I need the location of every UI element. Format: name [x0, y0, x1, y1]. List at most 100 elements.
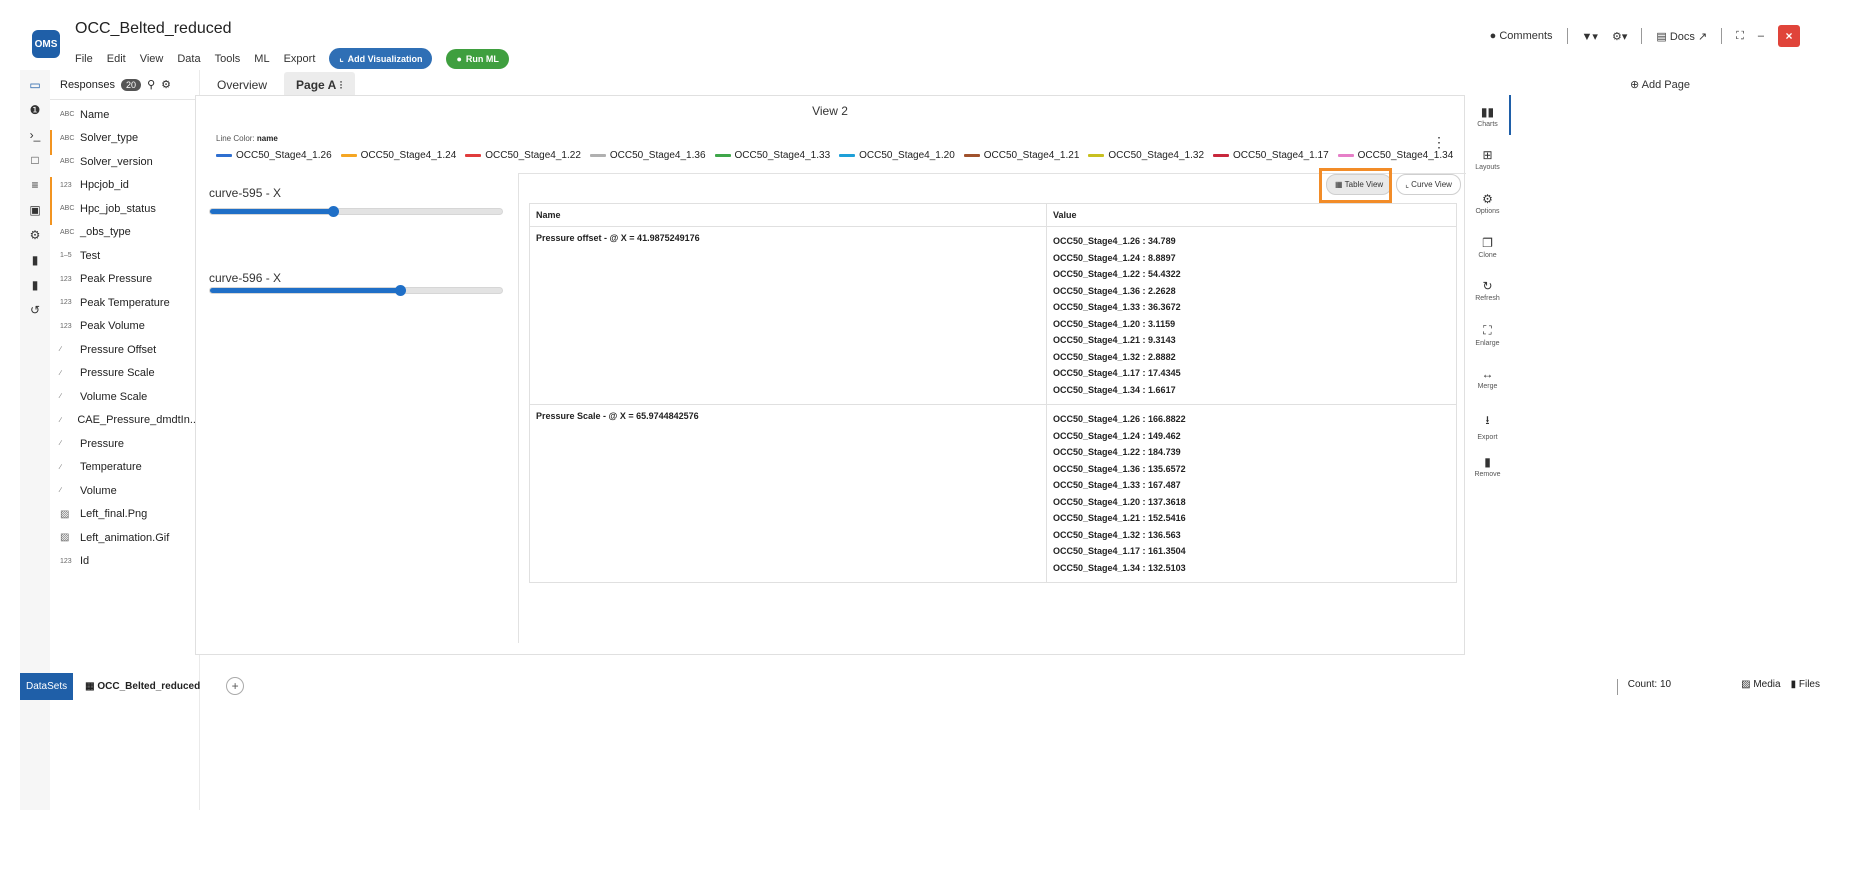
- datasets-button[interactable]: DataSets: [20, 672, 74, 700]
- file-icon[interactable]: ▮: [28, 253, 42, 267]
- square-icon[interactable]: □: [28, 153, 42, 167]
- refresh-icon: ↻: [1482, 279, 1493, 293]
- field-id[interactable]: 123 Id: [50, 550, 199, 574]
- menu-export[interactable]: Export: [284, 53, 316, 65]
- add-dataset-button[interactable]: +: [226, 677, 245, 695]
- field-left-animation-gif[interactable]: ▨ Left_animation.Gif: [50, 526, 199, 550]
- legend-item[interactable]: OCC50_Stage4_1.20: [839, 150, 955, 161]
- field-label: Id: [80, 555, 90, 568]
- legend-item[interactable]: OCC50_Stage4_1.21: [963, 150, 1079, 161]
- field-hpcjob-id[interactable]: 123 Hpcjob_id: [50, 174, 199, 198]
- field-test[interactable]: 1–5 Test: [50, 244, 199, 268]
- field-name[interactable]: ABC Name: [50, 103, 199, 127]
- terminal-icon[interactable]: ›_: [28, 128, 42, 142]
- curve-icon: ∕: [60, 440, 62, 448]
- sliders-icon[interactable]: ≡: [28, 178, 42, 192]
- field-pressure[interactable]: ∕ Pressure: [50, 432, 199, 456]
- field-peak-temperature[interactable]: 123 Peak Temperature: [50, 291, 199, 315]
- toolbar-clone-button[interactable]: ❐ Clone: [1465, 236, 1510, 259]
- menu-edit[interactable]: Edit: [107, 53, 126, 65]
- toolbar-remove-button[interactable]: ▮ Remove: [1465, 455, 1510, 478]
- toolbar-label: Remove: [1474, 471, 1501, 478]
- gear-icon[interactable]: ⚙: [161, 78, 171, 91]
- field-peak-pressure[interactable]: 123 Peak Pressure: [50, 268, 199, 292]
- menu-ml[interactable]: ML: [254, 53, 269, 65]
- legend-item[interactable]: OCC50_Stage4_1.17: [1213, 150, 1329, 161]
- filter-dropdown[interactable]: ▼▾: [1582, 30, 1598, 43]
- kebab-icon[interactable]: ⁝: [339, 78, 343, 92]
- legend-item[interactable]: OCC50_Stage4_1.22: [465, 150, 581, 161]
- legend-label: OCC50_Stage4_1.20: [859, 150, 955, 161]
- docs-link[interactable]: ▤ Docs ↗: [1656, 30, 1707, 43]
- curve-596-slider[interactable]: [209, 285, 503, 296]
- history-icon[interactable]: ↺: [28, 303, 42, 317]
- field-pressure-offset[interactable]: ∕ Pressure Offset: [50, 338, 199, 362]
- legend-item[interactable]: OCC50_Stage4_1.34: [1337, 150, 1453, 161]
- toolbar-charts-button[interactable]: ▮▮ Charts: [1465, 105, 1510, 128]
- legend-swatch: [1337, 154, 1354, 157]
- field-label: Pressure Scale: [80, 367, 155, 380]
- toolbar-layouts-button[interactable]: ⊞ Layouts: [1465, 148, 1510, 171]
- image-icon[interactable]: ▣: [28, 203, 42, 217]
- app-title: OCC_Belted_reduced: [75, 20, 232, 37]
- menu-data[interactable]: Data: [177, 53, 200, 65]
- field-volume-scale[interactable]: ∕ Volume Scale: [50, 385, 199, 409]
- line-chart-icon: ⌞: [1405, 180, 1409, 189]
- minimize-button[interactable]: –: [1758, 30, 1764, 42]
- monitor-icon[interactable]: ▭: [28, 78, 42, 92]
- field-solver-type[interactable]: ABC Solver_type: [50, 127, 199, 151]
- search-icon[interactable]: ⚲: [147, 78, 155, 91]
- field-peak-volume[interactable]: 123 Peak Volume: [50, 315, 199, 339]
- value-line: OCC50_Stage4_1.33 : 36.3672: [1053, 302, 1181, 312]
- menu-bar: File Edit View Data Tools ML Export ⌞ Ad…: [75, 48, 509, 69]
- toolbar-export-button[interactable]: ⭳ Export: [1465, 411, 1510, 441]
- value-line: OCC50_Stage4_1.20 : 137.3618: [1053, 496, 1186, 507]
- add-visualization-button[interactable]: ⌞ Add Visualization: [329, 48, 433, 69]
- slider-thumb[interactable]: [327, 206, 339, 217]
- app-logo[interactable]: OMS: [32, 30, 60, 58]
- row-name: Pressure Scale - @ X = 65.9744842576: [529, 404, 1047, 583]
- menu-file[interactable]: File: [75, 53, 93, 65]
- menu-tools[interactable]: Tools: [215, 53, 241, 65]
- files-button[interactable]: ▮ Files: [1791, 679, 1820, 695]
- app-window: OMS OCC_Belted_reduced File Edit View Da…: [20, 10, 1820, 840]
- run-ml-button[interactable]: ● Run ML: [446, 48, 509, 69]
- gear-icon[interactable]: ⚙: [28, 228, 42, 242]
- more-options-icon[interactable]: ⋮: [1432, 134, 1446, 151]
- curve-icon: ∕: [60, 393, 62, 401]
- field-volume[interactable]: ∕ Volume: [50, 479, 199, 503]
- media-button[interactable]: ▨ Media: [1741, 679, 1780, 695]
- fullscreen-button[interactable]: ⛶: [1736, 30, 1744, 43]
- file-icon[interactable]: ▮: [28, 278, 42, 292]
- comments-button[interactable]: ● Comments: [1490, 30, 1553, 42]
- slider-fill: [210, 288, 400, 293]
- toolbar-enlarge-button[interactable]: ⛶ Enlarge: [1465, 323, 1510, 347]
- legend-item[interactable]: OCC50_Stage4_1.36: [589, 150, 706, 161]
- dataset-tab[interactable]: ▦ OCC_Belted_reduced: [85, 681, 200, 692]
- close-button[interactable]: ×: [1778, 25, 1800, 47]
- menu-view[interactable]: View: [140, 53, 164, 65]
- toolbar-refresh-button[interactable]: ↻ Refresh: [1465, 279, 1510, 302]
- legend-item[interactable]: OCC50_Stage4_1.33: [714, 150, 830, 161]
- info-icon[interactable]: ❶: [28, 103, 42, 117]
- toolbar-options-button[interactable]: ⚙ Options: [1465, 192, 1510, 215]
- curve-595-slider[interactable]: [209, 206, 503, 217]
- run-ml-label: Run ML: [465, 53, 499, 64]
- field-temperature[interactable]: ∕ Temperature: [50, 456, 199, 480]
- field-hpc-job-status[interactable]: ABC Hpc_job_status: [50, 197, 199, 221]
- field-obs-type[interactable]: ABC _obs_type: [50, 221, 199, 245]
- settings-dropdown[interactable]: ⚙▾: [1612, 30, 1627, 43]
- field-cae-pressure[interactable]: ∕ CAE_Pressure_dmdtIn...: [50, 409, 199, 433]
- slider-thumb[interactable]: [394, 285, 406, 296]
- field-left-final-png[interactable]: ▨ Left_final.Png: [50, 503, 199, 527]
- legend-item[interactable]: OCC50_Stage4_1.24: [340, 150, 456, 161]
- toolbar-merge-button[interactable]: ↔ Merge: [1465, 367, 1510, 390]
- field-solver-version[interactable]: ABC Solver_version: [50, 150, 199, 174]
- field-label: Left_final.Png: [80, 508, 148, 521]
- legend-item[interactable]: OCC50_Stage4_1.26: [216, 150, 332, 161]
- legend-item[interactable]: OCC50_Stage4_1.32: [1088, 150, 1204, 161]
- curve-view-button[interactable]: ⌞ Curve View: [1396, 174, 1461, 195]
- bar-chart-icon: ▮▮: [1480, 105, 1495, 119]
- field-pressure-scale[interactable]: ∕ Pressure Scale: [50, 362, 199, 386]
- add-page-button[interactable]: ⊕ Add Page: [1630, 78, 1690, 91]
